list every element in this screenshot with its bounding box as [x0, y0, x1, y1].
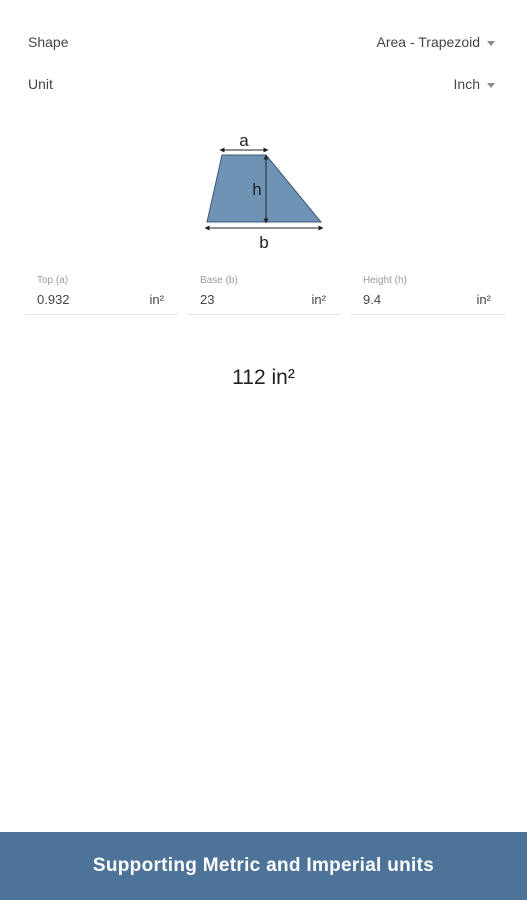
chevron-down-icon: [487, 82, 495, 88]
trapezoid-diagram: a h b: [204, 131, 324, 252]
height-input-label: Height (h): [363, 275, 407, 286]
height-input-value[interactable]: 9.4: [363, 292, 381, 307]
shape-value: Area - Trapezoid: [376, 34, 481, 50]
label-h: h: [252, 180, 261, 199]
shape-label: Shape: [28, 34, 69, 50]
area-result: 112 in²: [232, 366, 295, 389]
base-input-label: Base (b): [200, 275, 238, 286]
top-input-field[interactable]: Top (a) 0.932 in²: [25, 274, 178, 315]
label-b: b: [259, 233, 268, 252]
unit-label: Unit: [28, 76, 53, 92]
unit-row: Unit Inch: [0, 76, 527, 106]
top-input-value[interactable]: 0.932: [37, 292, 70, 307]
shape-row: Shape Area - Trapezoid: [0, 34, 527, 64]
chevron-down-icon: [487, 40, 495, 46]
shape-dropdown[interactable]: Area - Trapezoid: [376, 34, 495, 50]
top-input-unit: in²: [149, 292, 164, 307]
base-input-unit: in²: [311, 292, 326, 307]
unit-dropdown[interactable]: Inch: [454, 76, 495, 92]
height-input-unit: in²: [476, 292, 491, 307]
label-a: a: [239, 131, 249, 150]
base-input-field[interactable]: Base (b) 23 in²: [188, 274, 340, 315]
trapezoid-shape: [206, 154, 323, 223]
promo-banner-text: Supporting Metric and Imperial units: [92, 855, 435, 876]
top-input-label: Top (a): [37, 275, 69, 286]
height-input-field[interactable]: Height (h) 9.4 in²: [351, 274, 505, 315]
unit-value: Inch: [453, 76, 480, 92]
base-input-value[interactable]: 23: [200, 292, 214, 307]
promo-banner: Supporting Metric and Imperial units: [0, 832, 527, 900]
